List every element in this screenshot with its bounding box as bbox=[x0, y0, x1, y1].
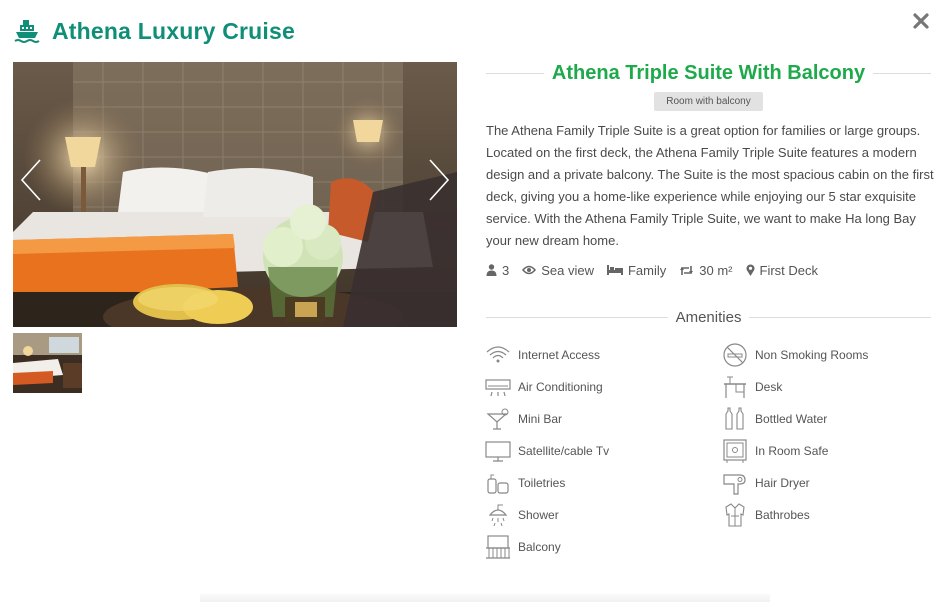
amenity-desk: Desk bbox=[722, 374, 782, 400]
amenity-satellite-tv: Satellite/cable Tv bbox=[485, 438, 609, 464]
guests-info: 3 bbox=[486, 263, 509, 278]
amenity-label: Internet Access bbox=[518, 348, 601, 362]
room-title-row: Athena Triple Suite With Balcony bbox=[486, 60, 932, 86]
retweet-icon bbox=[680, 265, 694, 275]
chevron-left-icon[interactable] bbox=[18, 158, 44, 202]
footer-shadow bbox=[200, 594, 770, 602]
guests-count: 3 bbox=[502, 262, 510, 278]
close-icon[interactable] bbox=[911, 10, 931, 32]
location-info: First Deck bbox=[746, 262, 819, 278]
amenity-shower: Shower bbox=[485, 502, 559, 528]
photo-thumbnail[interactable] bbox=[13, 333, 82, 393]
amenity-label: Desk bbox=[755, 380, 783, 394]
divider bbox=[873, 72, 932, 74]
divider bbox=[486, 316, 668, 318]
cocktail-icon bbox=[486, 408, 509, 430]
amenity-label: Bathrobes bbox=[755, 508, 810, 522]
thumbnail-image bbox=[13, 333, 82, 393]
map-marker-icon bbox=[746, 264, 754, 276]
amenity-in-room-safe: In Room Safe bbox=[722, 438, 828, 464]
location-label: First Deck bbox=[759, 262, 819, 278]
amenity-non-smoking: Non Smoking Rooms bbox=[722, 342, 868, 368]
room-title: Athena Triple Suite With Balcony bbox=[551, 61, 866, 84]
amenity-internet-access: Internet Access bbox=[485, 342, 600, 368]
amenity-toiletries: Toiletries bbox=[485, 470, 565, 496]
amenity-mini-bar: Mini Bar bbox=[485, 406, 562, 432]
tv-icon bbox=[485, 441, 511, 462]
room-tag-badge: Room with balcony bbox=[654, 92, 763, 111]
cruise-title: Athena Luxury Cruise bbox=[52, 17, 295, 44]
room-description: The Athena Family Triple Suite is a grea… bbox=[486, 123, 934, 248]
water-bottle-icon bbox=[725, 407, 744, 430]
chevron-right-icon[interactable] bbox=[426, 158, 452, 202]
no-smoking-icon bbox=[723, 343, 747, 367]
amenity-label: Air Conditioning bbox=[518, 380, 603, 394]
room-meta: 3 Sea view Family 30 m² First Deck bbox=[486, 260, 831, 280]
amenity-balcony: Balcony bbox=[485, 534, 561, 560]
amenity-label: Mini Bar bbox=[518, 412, 563, 426]
divider bbox=[486, 72, 544, 74]
amenity-bathrobes: Bathrobes bbox=[722, 502, 810, 528]
bed-info: Family bbox=[606, 262, 667, 278]
desk-icon bbox=[724, 376, 746, 398]
amenity-label: Toiletries bbox=[518, 476, 566, 490]
size-info: 30 m² bbox=[679, 262, 733, 278]
user-icon bbox=[486, 264, 497, 276]
hair-dryer-icon bbox=[723, 474, 746, 495]
amenity-label: Non Smoking Rooms bbox=[755, 348, 869, 362]
amenity-hair-dryer: Hair Dryer bbox=[722, 470, 810, 496]
bed-icon bbox=[606, 265, 623, 275]
amenity-label: Balcony bbox=[518, 540, 561, 554]
eye-icon bbox=[522, 265, 537, 275]
amenities-title-row: Amenities bbox=[486, 307, 932, 327]
modal-header: Athena Luxury Cruise bbox=[14, 14, 295, 48]
amenity-air-conditioning: Air Conditioning bbox=[485, 374, 603, 400]
amenity-label: Bottled Water bbox=[755, 412, 828, 426]
amenity-label: In Room Safe bbox=[755, 444, 829, 458]
amenity-label: Shower bbox=[518, 508, 559, 522]
bed-label: Family bbox=[627, 262, 667, 278]
view-info: Sea view bbox=[522, 263, 594, 278]
amenity-label: Hair Dryer bbox=[755, 476, 810, 490]
size-label: 30 m² bbox=[699, 262, 733, 278]
air-conditioner-icon bbox=[485, 379, 511, 397]
wifi-icon bbox=[486, 346, 510, 363]
ship-icon bbox=[14, 20, 40, 43]
room-photo-gallery bbox=[13, 62, 457, 327]
view-label: Sea view bbox=[541, 262, 594, 278]
amenity-label: Satellite/cable Tv bbox=[518, 444, 610, 458]
safe-icon bbox=[723, 439, 747, 463]
amenity-bottled-water: Bottled Water bbox=[722, 406, 827, 432]
room-photo bbox=[13, 62, 457, 327]
amenities-title: Amenities bbox=[675, 308, 742, 326]
shower-icon bbox=[488, 504, 508, 527]
divider bbox=[749, 316, 932, 318]
bathrobe-icon bbox=[725, 503, 745, 527]
balcony-icon bbox=[486, 535, 510, 559]
toiletries-icon bbox=[487, 474, 509, 494]
